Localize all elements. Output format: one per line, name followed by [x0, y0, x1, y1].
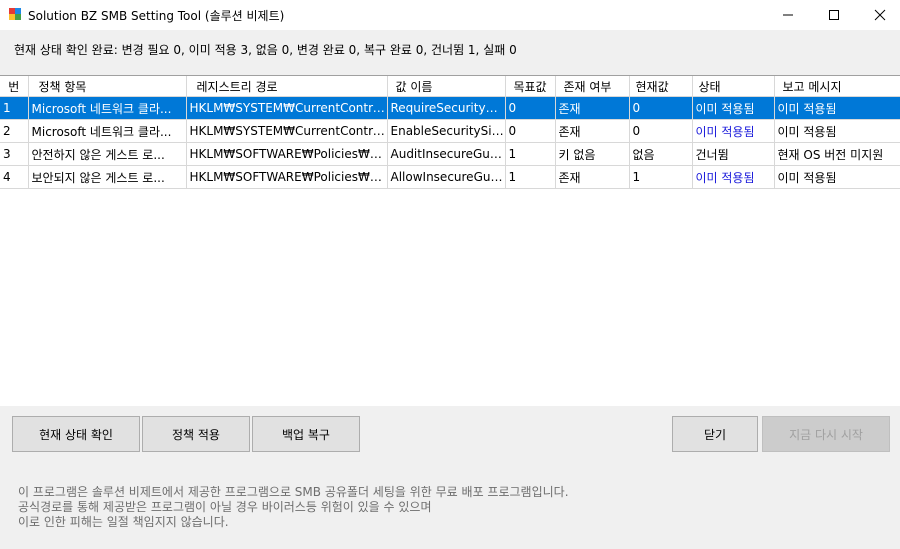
title-bar: Solution BZ SMB Setting Tool (솔루션 비제트) [0, 0, 900, 30]
app-icon [8, 7, 22, 21]
table-row[interactable]: 2 Microsoft 네트워크 클라... HKLM₩SYSTEM₩Curre… [0, 119, 900, 143]
policy-grid[interactable]: 번 정책 항목 레지스트리 경로 값 이름 목표값 존재 여부 현재값 상태 보… [0, 75, 900, 406]
check-status-button[interactable]: 현재 상태 확인 [12, 416, 140, 452]
column-header-no[interactable]: 번 [0, 76, 29, 97]
column-header-report[interactable]: 보고 메시지 [774, 76, 900, 97]
close-button[interactable] [857, 0, 900, 30]
close-dialog-button[interactable]: 닫기 [672, 416, 758, 452]
disclaimer-line: 이로 인한 피해는 일절 책임지지 않습니다. [18, 515, 229, 529]
cell-current: 0 [629, 119, 693, 143]
cell-value-name: AllowInsecureGues... [387, 165, 506, 189]
cell-exists: 존재 [555, 96, 630, 120]
cell-exists: 키 없음 [555, 142, 630, 166]
maximize-button[interactable] [811, 0, 857, 30]
disclaimer-line: 공식경로를 통해 제공받은 프로그램이 아닐 경우 바이러스등 위험이 있을 수… [18, 500, 432, 514]
cell-exists: 존재 [555, 165, 630, 189]
cell-path: HKLM₩SOFTWARE₩Policies₩Micr... [186, 165, 388, 189]
cell-path: HKLM₩SOFTWARE₩Policies₩Micr... [186, 142, 388, 166]
cell-target: 0 [505, 119, 556, 143]
restore-backup-button[interactable]: 백업 복구 [252, 416, 360, 452]
restart-now-button[interactable]: 지금 다시 시작 [762, 416, 890, 452]
apply-policy-button[interactable]: 정책 적용 [142, 416, 250, 452]
cell-report: 이미 적용됨 [774, 165, 900, 189]
cell-state: 이미 적용됨 [692, 119, 775, 143]
column-header-policy[interactable]: 정책 항목 [28, 76, 187, 97]
column-header-value-name[interactable]: 값 이름 [387, 76, 506, 97]
cell-state: 건너뜀 [692, 142, 775, 166]
cell-current: 1 [629, 165, 693, 189]
cell-value-name: AuditInsecureGues... [387, 142, 506, 166]
column-header-target[interactable]: 목표값 [505, 76, 556, 97]
cell-path: HKLM₩SYSTEM₩CurrentControlS... [186, 119, 388, 143]
policy-table: 번 정책 항목 레지스트리 경로 값 이름 목표값 존재 여부 현재값 상태 보… [0, 76, 900, 189]
table-row[interactable]: 1 Microsoft 네트워크 클라... HKLM₩SYSTEM₩Curre… [0, 96, 900, 120]
column-header-path[interactable]: 레지스트리 경로 [186, 76, 388, 97]
cell-exists: 존재 [555, 119, 630, 143]
column-header-state[interactable]: 상태 [692, 76, 775, 97]
cell-state: 이미 적용됨 [692, 165, 775, 189]
cell-report: 이미 적용됨 [774, 96, 900, 120]
cell-target: 0 [505, 96, 556, 120]
minimize-button[interactable] [765, 0, 811, 30]
close-icon [874, 9, 886, 21]
cell-no: 1 [0, 96, 29, 120]
cell-current: 0 [629, 96, 693, 120]
column-header-exists[interactable]: 존재 여부 [555, 76, 630, 97]
cell-policy: 보안되지 않은 게스트 로... [28, 165, 187, 189]
cell-state: 이미 적용됨 [692, 96, 775, 120]
cell-target: 1 [505, 142, 556, 166]
table-row[interactable]: 4 보안되지 않은 게스트 로... HKLM₩SOFTWARE₩Policie… [0, 165, 900, 189]
status-summary: 현재 상태 확인 완료: 변경 필요 0, 이미 적용 3, 없음 0, 변경 … [14, 43, 517, 57]
disclaimer-text: 이 프로그램은 솔루션 비제트에서 제공한 프로그램으로 SMB 공유폴더 세팅… [18, 485, 569, 530]
cell-policy: Microsoft 네트워크 클라... [28, 96, 187, 120]
cell-path: HKLM₩SYSTEM₩CurrentControlS... [186, 96, 388, 120]
cell-target: 1 [505, 165, 556, 189]
header-row: 번 정책 항목 레지스트리 경로 값 이름 목표값 존재 여부 현재값 상태 보… [0, 76, 900, 97]
cell-no: 3 [0, 142, 29, 166]
cell-current: 없음 [629, 142, 693, 166]
cell-report: 현재 OS 버전 미지원 [774, 142, 900, 166]
cell-no: 4 [0, 165, 29, 189]
minimize-icon [783, 14, 793, 16]
cell-report: 이미 적용됨 [774, 119, 900, 143]
window-title: Solution BZ SMB Setting Tool (솔루션 비제트) [28, 9, 285, 23]
cell-policy: 안전하지 않은 게스트 로... [28, 142, 187, 166]
disclaimer-line: 이 프로그램은 솔루션 비제트에서 제공한 프로그램으로 SMB 공유폴더 세팅… [18, 485, 569, 499]
maximize-icon [829, 10, 839, 20]
column-header-current[interactable]: 현재값 [629, 76, 693, 97]
cell-no: 2 [0, 119, 29, 143]
cell-value-name: EnableSecuritySig... [387, 119, 506, 143]
cell-value-name: RequireSecuritySig... [387, 96, 506, 120]
cell-policy: Microsoft 네트워크 클라... [28, 119, 187, 143]
table-row[interactable]: 3 안전하지 않은 게스트 로... HKLM₩SOFTWARE₩Policie… [0, 142, 900, 166]
